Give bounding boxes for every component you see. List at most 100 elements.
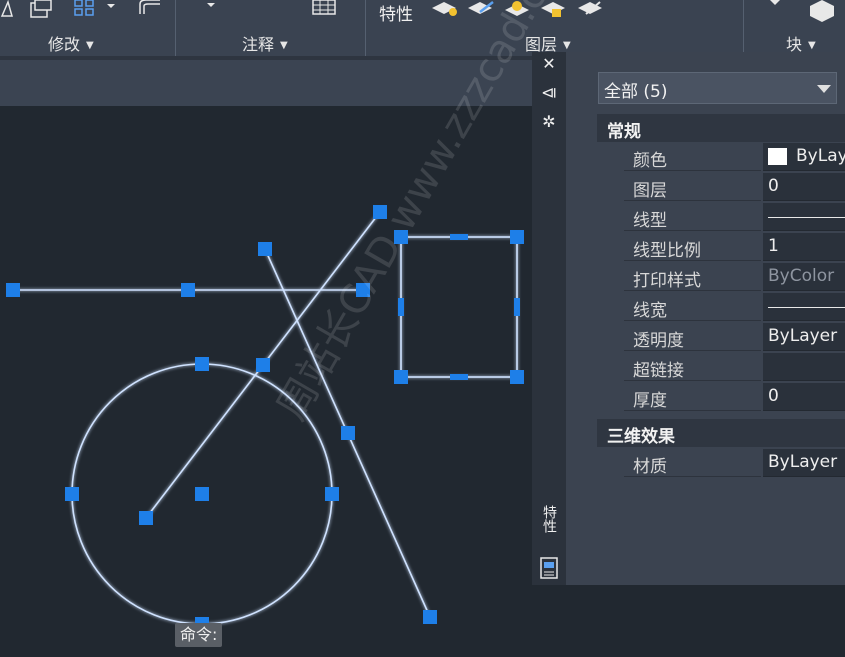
panel-modify[interactable]: 修改 ▼ xyxy=(48,31,94,55)
property-name-cell: 线宽 xyxy=(624,293,761,321)
grip[interactable] xyxy=(398,298,404,316)
property-name-cell: 厚度 xyxy=(624,383,761,411)
property-value-cell[interactable]: 0 xyxy=(763,173,845,201)
category-gutter xyxy=(597,447,624,479)
property-row-transparency[interactable]: 透明度 ByLayer xyxy=(624,323,845,351)
property-row-linetype-scale[interactable]: 线型比例 1 xyxy=(624,233,845,261)
grip[interactable] xyxy=(6,283,20,297)
grip[interactable] xyxy=(514,298,520,316)
property-value-cell[interactable] xyxy=(763,203,845,231)
palette-properties-icon[interactable] xyxy=(540,557,558,579)
chevron-down-icon: ▼ xyxy=(86,40,94,51)
dropdown-arrow-icon[interactable] xyxy=(770,0,780,5)
grip[interactable] xyxy=(510,230,524,244)
grip[interactable] xyxy=(423,610,437,624)
property-name-cell: 颜色 xyxy=(624,143,761,171)
property-row-layer[interactable]: 图层 0 xyxy=(624,173,845,201)
property-name: 图层 xyxy=(633,181,667,201)
property-name-cell: 线型 xyxy=(624,203,761,231)
selection-dropdown-value: 全部 (5) xyxy=(604,82,668,102)
property-value: 0 xyxy=(768,386,779,406)
property-name: 打印样式 xyxy=(633,271,701,291)
grip[interactable] xyxy=(139,511,153,525)
property-value: ByLayer xyxy=(768,326,838,346)
property-name: 线型 xyxy=(633,211,667,231)
grip[interactable] xyxy=(195,357,209,371)
properties-panel-label[interactable]: 特性 xyxy=(379,0,413,25)
chevron-down-icon[interactable] xyxy=(817,85,831,93)
panel-separator xyxy=(365,0,366,56)
property-row-hyperlink[interactable]: 超链接 xyxy=(624,353,845,381)
panel-modify-label: 修改 xyxy=(48,35,81,54)
grip[interactable] xyxy=(256,358,270,372)
category-3d-effects[interactable]: 三维效果 xyxy=(597,419,845,447)
property-value-cell[interactable] xyxy=(763,293,845,321)
autohide-icon[interactable]: ⧏ xyxy=(540,84,558,102)
offset-icon[interactable] xyxy=(30,0,52,18)
ribbon-icon-row xyxy=(0,0,834,22)
property-value-cell[interactable]: 1 xyxy=(763,233,845,261)
grip[interactable] xyxy=(341,426,355,440)
chevron-down-icon: ▼ xyxy=(563,40,571,51)
fillet-icon[interactable] xyxy=(139,0,160,14)
table-icon[interactable] xyxy=(312,0,336,15)
property-name-cell: 透明度 xyxy=(624,323,761,351)
category-3d-effects-title: 三维效果 xyxy=(607,427,675,447)
chevron-down-icon: ▼ xyxy=(280,40,288,51)
grip[interactable] xyxy=(195,487,209,501)
close-icon[interactable]: ✕ xyxy=(540,55,558,73)
property-row-plot-style[interactable]: 打印样式 ByColor xyxy=(624,263,845,291)
gear-icon[interactable]: ✲ xyxy=(540,113,558,131)
property-name-cell: 图层 xyxy=(624,173,761,201)
dropdown-arrow-icon[interactable] xyxy=(207,3,215,7)
property-name-cell: 超链接 xyxy=(624,353,761,381)
grip[interactable] xyxy=(258,242,272,256)
triangle-icon[interactable] xyxy=(0,0,13,17)
linetype-preview xyxy=(768,217,845,218)
property-value-cell[interactable]: 0 xyxy=(763,383,845,411)
property-name: 材质 xyxy=(633,457,667,477)
property-name: 透明度 xyxy=(633,331,684,351)
property-name-cell: 材质 xyxy=(624,449,761,477)
panel-annotation-label: 注释 xyxy=(242,35,275,54)
panel-annotation[interactable]: 注释 ▼ xyxy=(242,31,288,55)
category-general[interactable]: 常规 xyxy=(597,114,845,142)
grip[interactable] xyxy=(65,487,79,501)
property-value-cell[interactable]: ByLayer xyxy=(763,143,845,171)
grip[interactable] xyxy=(450,374,468,380)
property-value: ByColor xyxy=(768,266,835,286)
layer-properties-icon[interactable] xyxy=(432,2,457,16)
property-row-material[interactable]: 材质 ByLayer xyxy=(624,449,845,477)
property-value-cell: ByColor xyxy=(763,263,845,291)
grip[interactable] xyxy=(181,283,195,297)
grip[interactable] xyxy=(510,370,524,384)
grip[interactable] xyxy=(394,370,408,384)
grip[interactable] xyxy=(450,234,468,240)
block-editor-icon[interactable] xyxy=(810,0,834,22)
property-name-cell: 打印样式 xyxy=(624,263,761,291)
property-value-cell[interactable]: ByLayer xyxy=(763,449,845,477)
palette-title: 特性 xyxy=(541,505,557,533)
property-value-cell[interactable]: ByLayer xyxy=(763,323,845,351)
property-name: 线宽 xyxy=(633,301,667,321)
property-name-cell: 线型比例 xyxy=(624,233,761,261)
drawing-canvas[interactable] xyxy=(0,106,532,657)
property-value-cell[interactable] xyxy=(763,353,845,381)
property-value: ByLayer xyxy=(796,146,845,166)
property-value: 1 xyxy=(768,236,779,256)
grip[interactable] xyxy=(325,487,339,501)
property-row-thickness[interactable]: 厚度 0 xyxy=(624,383,845,411)
property-row-color[interactable]: 颜色 ByLayer xyxy=(624,143,845,171)
property-row-linetype[interactable]: 线型 xyxy=(624,203,845,231)
rectangle-entity[interactable] xyxy=(400,236,518,378)
property-row-lineweight[interactable]: 线宽 xyxy=(624,293,845,321)
property-name: 颜色 xyxy=(633,151,667,171)
category-gutter xyxy=(597,142,624,413)
lineweight-preview xyxy=(768,307,845,308)
command-line-prompt[interactable]: 命令: xyxy=(175,623,223,647)
palette-background xyxy=(532,585,845,657)
array-icon[interactable] xyxy=(74,0,115,16)
property-value: ByLayer xyxy=(768,452,838,472)
property-name: 超链接 xyxy=(633,361,684,381)
layer-freeze-icon[interactable] xyxy=(578,1,602,15)
